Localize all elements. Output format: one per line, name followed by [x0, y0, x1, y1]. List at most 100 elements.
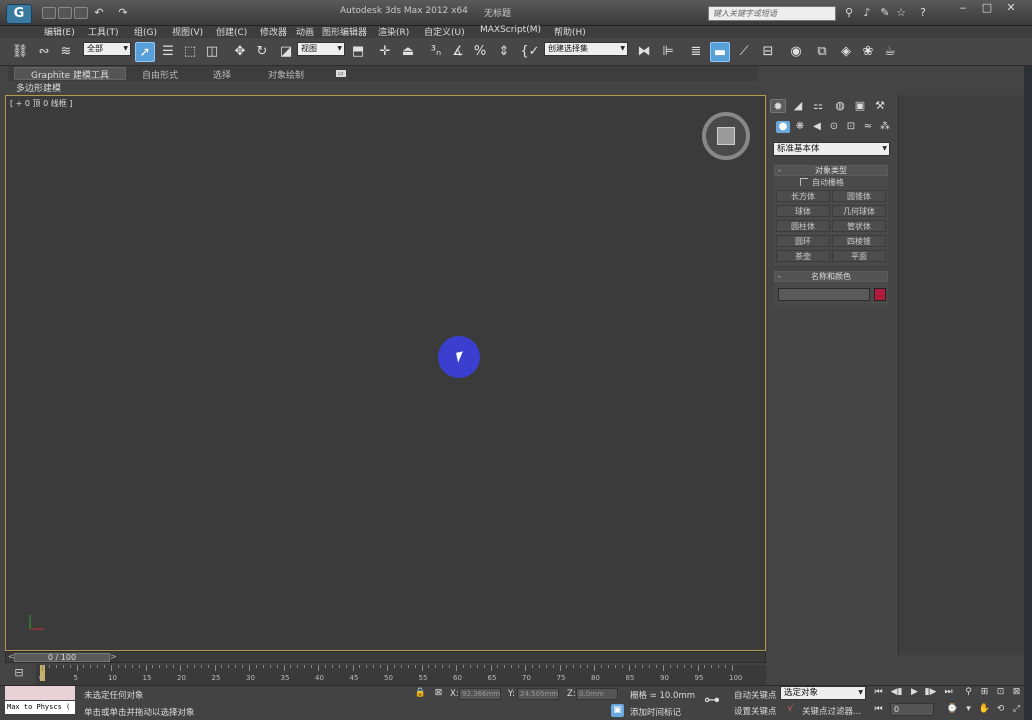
- helpers-icon[interactable]: ⊡: [844, 121, 858, 133]
- teapot-button[interactable]: 茶壶: [776, 250, 830, 262]
- create-tab-icon[interactable]: ✹: [770, 99, 786, 113]
- graphite-toggle-icon[interactable]: ▬: [710, 42, 730, 62]
- tab-selection[interactable]: 选择: [213, 68, 231, 81]
- next-frame-icon[interactable]: >: [110, 652, 117, 661]
- go-to-end-icon[interactable]: ⏭: [942, 686, 955, 699]
- window-crossing-icon[interactable]: ◫: [202, 42, 222, 62]
- menu-customize[interactable]: 自定义(U): [424, 25, 465, 38]
- menu-animation[interactable]: 动画: [296, 25, 314, 38]
- geometry-icon[interactable]: ●: [776, 121, 790, 133]
- set-key-button[interactable]: 设置关键点: [734, 705, 777, 717]
- move-icon[interactable]: ✥: [230, 42, 250, 62]
- link-icon[interactable]: ⛓: [10, 42, 30, 62]
- render-production-icon[interactable]: ❀: [858, 42, 878, 62]
- favorites-icon[interactable]: ☆: [894, 6, 908, 20]
- menu-create[interactable]: 创建(C): [216, 25, 247, 38]
- name-color-rollout-header[interactable]: - 名称和颜色: [774, 271, 888, 282]
- cameras-icon[interactable]: ⊙: [827, 121, 841, 133]
- viewport-label[interactable]: [ + 0 顶 0 线框 ]: [10, 98, 72, 109]
- maximize-viewport-icon[interactable]: ⤢: [1010, 703, 1023, 716]
- key-selection-dropdown[interactable]: 选定对象: [780, 686, 866, 700]
- communication-icon[interactable]: ✎: [878, 6, 892, 20]
- curve-editor-icon[interactable]: ⟋: [734, 42, 754, 62]
- spinner-snap-icon[interactable]: ⇕: [494, 42, 514, 62]
- render-teapot-icon[interactable]: ☕: [880, 42, 900, 62]
- maxscript-mini-listener[interactable]: Max to Physcs (: [5, 701, 75, 714]
- geosphere-button[interactable]: 几何球体: [832, 205, 886, 217]
- 3dsmax-logo-icon[interactable]: G: [6, 4, 32, 24]
- lock-icon[interactable]: 🔒: [414, 687, 427, 700]
- menu-maxscript[interactable]: MAXScript(M): [480, 25, 541, 35]
- zoom-extents-all-icon[interactable]: ⊠: [1010, 686, 1023, 699]
- close-button[interactable]: ✕: [998, 0, 1024, 16]
- new-file-icon[interactable]: [42, 7, 56, 19]
- edit-named-selection-icon[interactable]: {✓: [520, 42, 540, 62]
- menu-rendering[interactable]: 渲染(R): [378, 25, 409, 38]
- space-warps-icon[interactable]: ≈: [861, 121, 875, 133]
- menu-modifiers[interactable]: 修改器: [260, 25, 287, 38]
- menu-edit[interactable]: 编辑(E): [44, 25, 75, 38]
- object-type-rollout-header[interactable]: - 对象类型: [774, 165, 888, 176]
- box-button[interactable]: 长方体: [776, 190, 830, 202]
- menu-help[interactable]: 帮助(H): [554, 25, 586, 38]
- maximize-button[interactable]: □: [974, 0, 1000, 16]
- angle-snap-icon[interactable]: ∡: [448, 42, 468, 62]
- time-slider-thumb[interactable]: 0 / 100: [14, 653, 110, 662]
- open-file-icon[interactable]: [58, 7, 72, 19]
- autogrid-checkbox[interactable]: [800, 178, 808, 186]
- shapes-icon[interactable]: ❋: [793, 121, 807, 133]
- tab-freeform[interactable]: 自由形式: [142, 68, 178, 81]
- help-search-input[interactable]: 键入关键字或短语: [708, 6, 836, 21]
- mini-curve-editor-icon[interactable]: ⊟: [8, 666, 30, 682]
- pan-icon[interactable]: ✋: [978, 703, 991, 716]
- time-slider[interactable]: < 0 / 100 >: [5, 651, 766, 663]
- scale-icon[interactable]: ◪: [276, 42, 296, 62]
- torus-button[interactable]: 圆环: [776, 235, 830, 247]
- sphere-button[interactable]: 球体: [776, 205, 830, 217]
- orbit-icon[interactable]: ⟲: [994, 703, 1007, 716]
- display-tab-icon[interactable]: ▣: [852, 99, 868, 113]
- minimize-button[interactable]: ‒: [950, 0, 976, 16]
- z-coordinate-field[interactable]: 0.0mm: [576, 688, 618, 700]
- set-key-icon[interactable]: ⊶: [704, 690, 720, 709]
- x-coordinate-field[interactable]: 92.366mm: [459, 688, 501, 700]
- key-mode-icon[interactable]: ⏮: [872, 703, 885, 716]
- tab-object-paint[interactable]: 对象绘制: [268, 68, 304, 81]
- selection-filter-dropdown[interactable]: 全部: [83, 42, 131, 56]
- percent-snap-icon[interactable]: %: [470, 42, 490, 62]
- unlink-icon[interactable]: ∾: [34, 42, 54, 62]
- rendered-frame-icon[interactable]: ◈: [836, 42, 856, 62]
- schematic-view-icon[interactable]: ⊟: [758, 42, 778, 62]
- select-manipulate-icon[interactable]: ✛: [375, 42, 395, 62]
- rotate-icon[interactable]: ↻: [252, 42, 272, 62]
- binoculars-icon[interactable]: ⚲: [842, 6, 856, 20]
- curve-icon[interactable]: √: [784, 703, 797, 716]
- align-icon[interactable]: ⊫: [658, 42, 678, 62]
- play-icon[interactable]: ▶: [908, 686, 921, 699]
- zoom-extents-icon[interactable]: ⊡: [994, 686, 1007, 699]
- snaps-toggle-icon[interactable]: ³ₙ: [426, 42, 446, 62]
- modify-tab-icon[interactable]: ◢: [790, 99, 806, 113]
- zoom-icon[interactable]: ⚲: [962, 686, 975, 699]
- y-coordinate-field[interactable]: 24.505mm: [517, 688, 559, 700]
- next-frame-icon[interactable]: ▮▶: [924, 686, 937, 699]
- save-file-icon[interactable]: [74, 7, 88, 19]
- auto-key-button[interactable]: 自动关键点: [734, 689, 777, 701]
- menu-views[interactable]: 视图(V): [172, 25, 203, 38]
- pivot-center-icon[interactable]: ⬒: [348, 42, 368, 62]
- menu-tools[interactable]: 工具(T): [88, 25, 119, 38]
- named-selection-dropdown[interactable]: 创建选择集: [544, 42, 628, 56]
- maxscript-listener-output[interactable]: [5, 686, 75, 700]
- select-by-name-icon[interactable]: ☰: [158, 42, 178, 62]
- keyboard-shortcut-override-icon[interactable]: ⏏: [398, 42, 418, 62]
- track-bar[interactable]: 0 5 10 15 20 25 30 35 40 45 50 55 60 65 70 75 80 85 90 95 10…: [36, 665, 766, 685]
- cylinder-button[interactable]: 圆柱体: [776, 220, 830, 232]
- absolute-mode-icon[interactable]: ⊠: [432, 687, 445, 700]
- redo-icon[interactable]: ↷: [116, 6, 130, 20]
- menu-graph-editors[interactable]: 图形编辑器: [322, 25, 367, 38]
- help-icon[interactable]: ?: [916, 6, 930, 20]
- systems-icon[interactable]: ⁂: [878, 121, 892, 133]
- material-editor-icon[interactable]: ◉: [786, 42, 806, 62]
- mirror-icon[interactable]: ⧓: [634, 42, 654, 62]
- viewcube-icon[interactable]: [702, 112, 750, 160]
